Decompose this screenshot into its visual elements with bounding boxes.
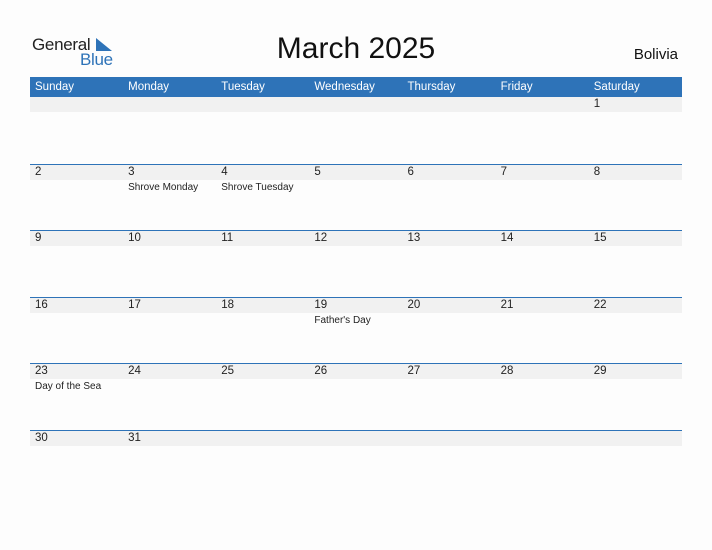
day-number: 1 [593,98,601,110]
day-number: 3 [128,165,135,178]
weekday-monday: Monday [128,81,170,93]
holiday-label: Shrove Tuesday [221,181,294,193]
day-number: 29 [593,365,607,378]
day-number: 22 [593,298,607,311]
day-cell [123,97,216,164]
day-number: 5 [314,165,321,178]
day-number: 2 [35,165,42,178]
calendar-grid: Sunday Monday Tuesday Wednesday Thursday… [30,77,682,497]
day-number: 10 [128,232,141,245]
day-cell [496,97,589,164]
day-cell: 18 [216,298,309,364]
day-number: 4 [221,165,228,178]
day-cell [589,431,682,497]
day-number: 17 [128,298,141,311]
day-number: 11 [221,232,234,245]
day-cell: 7 [496,165,589,231]
weekday-tuesday: Tuesday [221,81,265,93]
day-cell: 12 [309,231,402,297]
day-cell: 28 [496,364,589,430]
day-cell [309,97,402,164]
day-number: 13 [407,232,421,245]
day-cell: 26 [309,364,402,430]
day-number: 12 [314,232,328,245]
day-number: 15 [593,232,607,245]
day-cell: 9 [30,231,123,297]
day-number: 28 [500,365,514,378]
day-number: 6 [407,165,414,178]
day-cell: 11 [216,231,309,297]
day-cell: 27 [403,364,496,430]
day-number: 23 [35,365,48,378]
holiday-label: Shrove Monday [128,181,199,193]
weekday-saturday: Saturday [593,81,640,93]
day-cell: 4 Shrove Tuesday [216,165,309,231]
day-cell: 20 [403,298,496,364]
week-row: 1 [30,97,682,164]
holiday-label: Day of the Sea [35,381,102,393]
day-number: 20 [407,298,421,311]
day-number: 26 [314,365,328,378]
day-cell: 6 [403,165,496,231]
day-number: 18 [221,298,235,311]
weekday-friday: Friday [500,81,533,93]
day-number: 27 [407,365,421,378]
day-cell: 24 [123,364,216,430]
day-number: 7 [500,165,508,178]
day-cell: 19 Father's Day [309,298,402,364]
day-number: 16 [35,298,48,311]
day-cell: 10 [123,231,216,297]
day-cell: 29 [589,364,682,430]
day-cell: 5 [309,165,402,231]
weekday-thursday: Thursday [407,81,456,93]
day-cell [216,431,309,497]
day-number: 14 [500,232,514,245]
day-number: 24 [128,365,141,378]
week-row: 23 Day of the Sea 24 25 26 27 28 29 [30,363,682,430]
day-number: 8 [593,165,601,178]
day-number: 30 [35,431,48,444]
day-cell: 15 [589,231,682,297]
day-cell: 1 [589,97,682,164]
day-cell: 16 [30,298,123,364]
holiday-label: Father's Day [314,314,371,326]
day-cell [403,97,496,164]
day-cell: 22 [589,298,682,364]
day-number: 25 [221,365,235,378]
country-label: Bolivia [633,46,678,63]
day-cell: 2 [30,165,123,231]
week-row: 2 3 Shrove Monday 4 Shrove Tuesday 5 6 7 8 [30,163,682,231]
weekday-wednesday: Wednesday [314,81,375,93]
day-cell: 8 [589,165,682,231]
day-cell [30,97,123,164]
calendar-title: March 2025 [276,32,436,65]
day-number: 21 [500,298,514,311]
day-cell: 31 [123,431,216,497]
day-cell: 3 Shrove Monday [123,165,216,231]
day-cell: 21 [496,298,589,364]
weekday-sunday: Sunday [35,81,75,93]
weeks-container: 1 2 3 Shrove Monday 4 Shrove Tuesday 5 6 7 8 9 10 11… [30,97,682,497]
week-row: 16 17 18 19 Father's Day 20 21 22 [30,296,682,364]
day-number: 19 [314,298,328,311]
day-cell [216,97,309,164]
day-cell: 23 Day of the Sea [30,364,123,430]
day-number: 31 [128,431,141,444]
day-cell [403,431,496,497]
week-row: 30 31 [30,429,682,497]
day-cell: 14 [496,231,589,297]
weekday-header: Sunday Monday Tuesday Wednesday Thursday… [30,77,682,97]
day-cell: 30 [30,431,123,497]
day-cell [309,431,402,497]
week-row: 9 10 11 12 13 14 15 [30,230,682,297]
day-cell: 25 [216,364,309,430]
day-cell [496,431,589,497]
day-number: 9 [35,232,42,245]
day-cell: 13 [403,231,496,297]
day-cell: 17 [123,298,216,364]
